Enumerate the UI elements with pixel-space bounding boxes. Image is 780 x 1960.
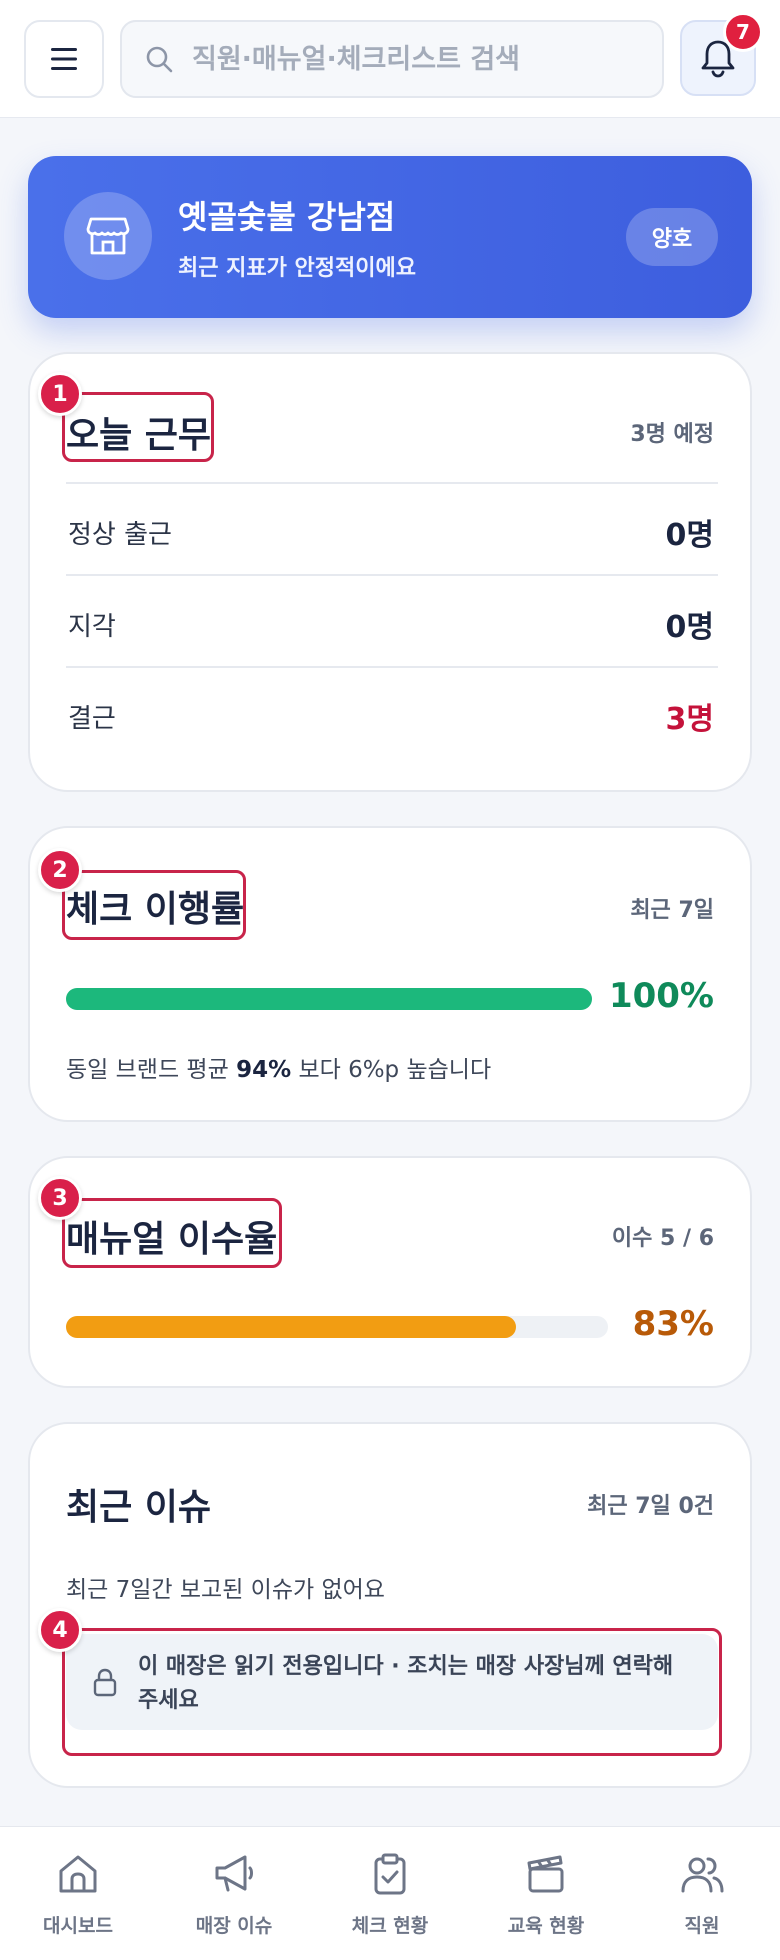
row-label: 정상 출근 xyxy=(68,520,172,550)
attendance-row-late: 지각 0명 xyxy=(66,574,718,666)
marker-2: 2 xyxy=(38,848,82,892)
marker-3: 3 xyxy=(38,1176,82,1220)
megaphone-icon xyxy=(215,1855,253,1892)
clipboard-check-icon xyxy=(374,1853,406,1895)
search-box[interactable] xyxy=(120,20,664,98)
store-subtitle: 최근 지표가 안정적이에요 xyxy=(178,256,416,281)
row-value: 0명 xyxy=(665,518,714,553)
manual-rate-card: 매뉴얼 이수율 3 이수 5 / 6 83% xyxy=(28,1156,752,1388)
check-rate-progress-track xyxy=(66,988,592,1010)
nav-dashboard[interactable]: 대시보드 xyxy=(0,1827,156,1960)
nav-check-status[interactable]: 체크 현황 xyxy=(312,1827,468,1960)
row-value: 3명 xyxy=(665,702,714,737)
nav-staff[interactable]: 직원 xyxy=(624,1827,780,1960)
highlight-box-3 xyxy=(62,1198,282,1268)
nav-label: 직원 xyxy=(684,1915,720,1937)
check-rate-percent: 100% xyxy=(608,976,714,1016)
nav-label: 체크 현황 xyxy=(351,1915,429,1937)
store-icon xyxy=(86,217,130,255)
row-value: 0명 xyxy=(665,610,714,645)
note-suffix: 보다 6%p 높습니다 xyxy=(298,1057,492,1083)
users-icon xyxy=(681,1857,724,1893)
top-bar: 7 xyxy=(0,0,780,118)
manual-rate-progress-track xyxy=(66,1316,608,1338)
clapperboard-icon xyxy=(527,1855,564,1893)
row-label: 지각 xyxy=(68,612,116,642)
store-name: 옛골숯불 강남점 xyxy=(178,198,396,236)
nav-store-issues[interactable]: 매장 이슈 xyxy=(156,1827,312,1960)
search-icon xyxy=(146,46,173,73)
nav-label: 매장 이슈 xyxy=(195,1915,273,1937)
marker-4: 4 xyxy=(38,1608,82,1652)
notification-count-badge: 7 xyxy=(723,12,763,52)
check-rate-card: 체크 이행률 2 최근 7일 100% 동일 브랜드 평균 94% 보다 6%p… xyxy=(28,826,752,1122)
check-rate-note: 동일 브랜드 평균 94% 보다 6%p 높습니다 xyxy=(66,1050,491,1084)
note-bold: 94% xyxy=(236,1057,292,1083)
recent-issues-summary: 최근 7일 0건 xyxy=(587,1494,714,1519)
recent-issues-card: 최근 이슈 최근 7일 0건 최근 7일간 보고된 이슈가 없어요 이 매장은 … xyxy=(28,1422,752,1788)
recent-issues-empty: 최근 7일간 보고된 이슈가 없어요 xyxy=(66,1577,385,1603)
check-rate-period: 최근 7일 xyxy=(630,898,714,923)
note-prefix: 동일 브랜드 평균 xyxy=(66,1057,229,1083)
highlight-box-4 xyxy=(62,1628,722,1756)
manual-rate-percent: 83% xyxy=(632,1304,714,1344)
today-work-scheduled: 3명 예정 xyxy=(630,422,714,447)
nav-label: 교육 현황 xyxy=(507,1915,585,1937)
row-label: 결근 xyxy=(68,704,116,734)
manual-rate-count: 이수 5 / 6 xyxy=(611,1226,714,1251)
hamburger-icon xyxy=(51,48,77,70)
nav-label: 대시보드 xyxy=(43,1915,113,1937)
attendance-row-normal: 정상 출근 0명 xyxy=(66,482,718,574)
store-banner[interactable]: 옛골숯불 강남점 최근 지표가 안정적이에요 양호 xyxy=(28,156,752,318)
bottom-navigation: 대시보드 매장 이슈 체크 현황 교육 현황 직원 xyxy=(0,1826,780,1960)
today-work-card: 오늘 근무 1 3명 예정 정상 출근 0명 지각 0명 결근 3명 xyxy=(28,352,752,792)
search-input[interactable] xyxy=(192,43,652,75)
attendance-row-absent: 결근 3명 xyxy=(66,666,718,758)
marker-1: 1 xyxy=(38,372,82,416)
home-icon xyxy=(59,1855,97,1893)
highlight-box-1 xyxy=(62,392,214,462)
manual-rate-progress-fill xyxy=(66,1316,516,1338)
store-icon-wrap xyxy=(64,192,152,280)
store-status-badge: 양호 xyxy=(626,208,718,266)
menu-button[interactable] xyxy=(24,20,104,98)
recent-issues-title: 최근 이슈 xyxy=(66,1487,212,1528)
nav-training-status[interactable]: 교육 현황 xyxy=(468,1827,624,1960)
highlight-box-2 xyxy=(62,870,246,940)
check-rate-progress-fill xyxy=(66,988,592,1010)
